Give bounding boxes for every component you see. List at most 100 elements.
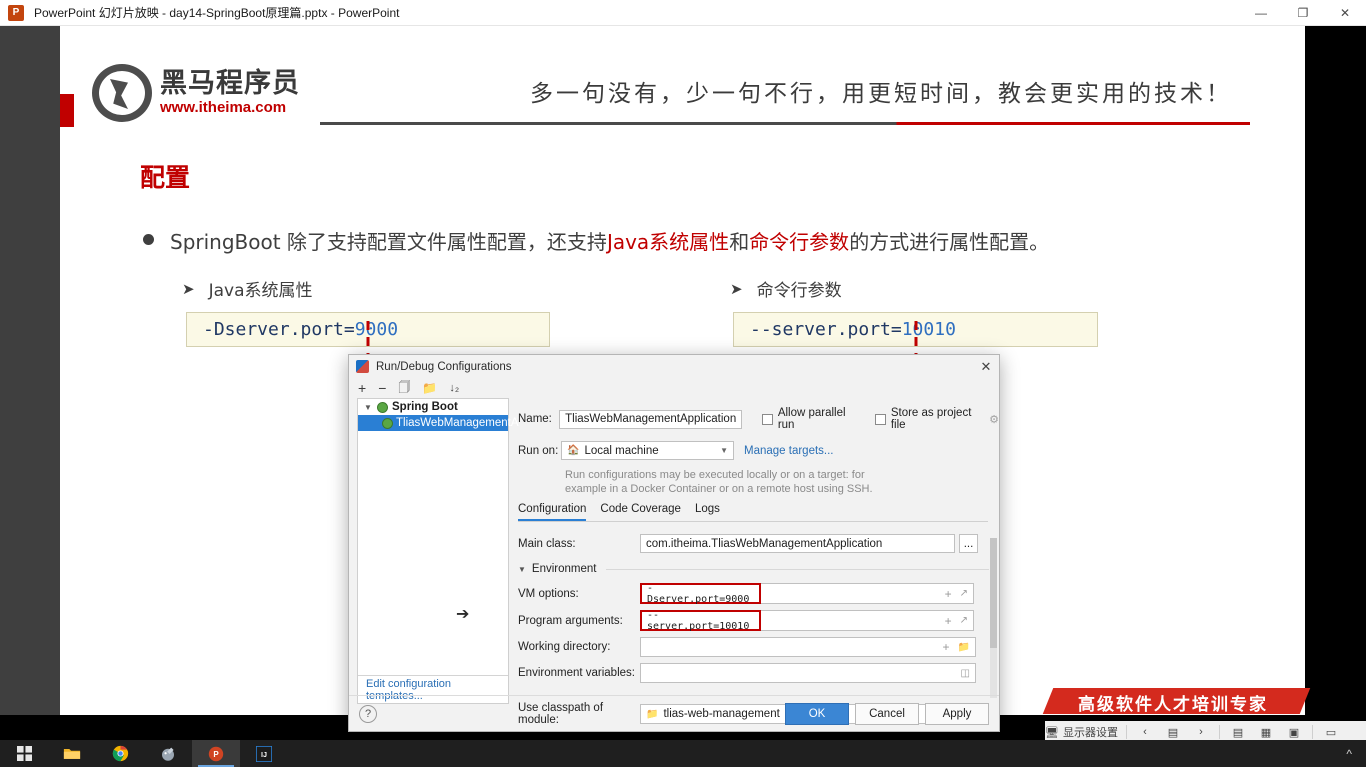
run-on-hint: Run configurations may be executed local… [565, 468, 965, 496]
working-directory-row: Working directory: + 📁 [518, 637, 999, 657]
svg-text:IJ: IJ [261, 750, 267, 759]
vm-options-row: VM options: -Dserver.port=9000 + ↗ [518, 583, 999, 605]
browse-main-class-button[interactable]: ... [959, 534, 978, 553]
apply-button[interactable]: Apply [925, 702, 989, 725]
cancel-button[interactable]: Cancel [855, 702, 919, 725]
powerpoint-icon[interactable]: P [192, 740, 240, 767]
add-icon[interactable]: + [358, 380, 366, 396]
program-arguments-row: Program arguments: --server.port=10010 +… [518, 610, 999, 632]
dialog-footer: ? OK Cancel Apply [349, 695, 999, 731]
bullet-em2: 命令行参数 [749, 230, 850, 254]
tab-configuration[interactable]: Configuration [518, 503, 587, 521]
store-as-project-file-checkbox[interactable]: Store as project file ⚙ [875, 407, 999, 431]
page-title: 配置 [140, 163, 191, 192]
chevron-right-icon: ➤ [182, 280, 195, 298]
manage-targets-link[interactable]: Manage targets... [744, 445, 834, 457]
main-class-input[interactable]: com.itheima.TliasWebManagementApplicatio… [640, 534, 955, 553]
code-key: -Dserver.port= [203, 319, 355, 340]
help-button[interactable]: ? [359, 704, 377, 723]
view-slideshow-button[interactable]: ▭ [1321, 724, 1341, 740]
spring-boot-icon [382, 417, 393, 429]
tab-code-coverage[interactable]: Code Coverage [600, 503, 681, 521]
window-title: PowerPoint 幻灯片放映 - day14-SpringBoot原理篇.p… [34, 6, 400, 20]
dialog-body: ▼ Spring Boot TliasWebManagementA Edit c… [349, 398, 999, 726]
program-arguments-input[interactable]: --server.port=10010 [640, 610, 761, 632]
program-arguments-label: Program arguments: [518, 614, 623, 627]
chrome-icon[interactable] [96, 740, 144, 767]
checkbox-box[interactable] [875, 413, 886, 425]
slogan-divider [320, 122, 1250, 125]
configuration-form: Name: TliasWebManagementApplication Allo… [514, 398, 999, 726]
home-icon: 🏠 [567, 445, 580, 456]
dialog-titlebar: Run/Debug Configurations ✕ [349, 355, 999, 378]
vm-options-input[interactable]: -Dserver.port=9000 [640, 583, 761, 605]
tab-logs[interactable]: Logs [695, 503, 720, 521]
form-scrollbar[interactable] [990, 538, 997, 698]
environment-section-header[interactable]: ▼ Environment [518, 563, 999, 575]
horse-logo-icon [92, 64, 152, 122]
environment-variables-input[interactable]: ◫ [640, 663, 976, 683]
main-class-label: Main class: [518, 537, 576, 550]
add-icon[interactable]: + [943, 640, 950, 654]
prev-slide-button[interactable]: ‹ [1135, 724, 1155, 740]
chevron-down-icon[interactable]: ▼ [518, 565, 526, 574]
code-value: 10010 [901, 319, 956, 340]
ok-button[interactable]: OK [785, 702, 849, 725]
bullet-em1: Java系统属性 [606, 230, 730, 254]
run-on-dropdown[interactable]: 🏠 Local machine ▼ [561, 441, 734, 460]
main-class-row: Main class: com.itheima.TliasWebManageme… [518, 534, 999, 553]
config-toolbar: + − 🗍 📁 ↓₂ [349, 378, 999, 398]
tree-group-spring-boot[interactable]: ▼ Spring Boot [358, 399, 508, 415]
config-tabs: Configuration Code Coverage Logs [518, 503, 988, 522]
logo-url: www.itheima.com [160, 98, 287, 116]
intellij-idea-icon[interactable]: IJ [240, 740, 288, 767]
paint-icon[interactable] [144, 740, 192, 767]
tray-expand-button[interactable]: ^ [1346, 747, 1352, 761]
view-sorter-button[interactable]: ▦ [1256, 724, 1276, 740]
add-icon[interactable]: + [945, 587, 952, 601]
copy-icon[interactable]: 🗍 [398, 378, 410, 399]
itheima-logo: 黑马程序员 www.itheima.com [92, 64, 300, 122]
display-settings-button[interactable]: 🖥 显示器设置 [1045, 724, 1118, 740]
browse-icon[interactable]: ◫ [961, 668, 970, 679]
dialog-close-button[interactable]: ✕ [973, 355, 999, 378]
chevron-down-icon[interactable]: ▼ [720, 446, 728, 455]
environment-variables-row: Environment variables: ◫ [518, 663, 999, 683]
next-slide-button[interactable]: › [1191, 724, 1211, 740]
working-directory-input[interactable]: + 📁 [640, 637, 976, 657]
remove-icon[interactable]: − [378, 380, 386, 396]
folder-icon[interactable]: 📁 [422, 381, 437, 395]
dialog-title: Run/Debug Configurations [376, 360, 512, 373]
restore-button[interactable]: ❐ [1282, 0, 1324, 26]
vm-options-label: VM options: [518, 587, 579, 600]
desktop-background: 黑马程序员 www.itheima.com 多一句没有，少一句不行，用更短时间，… [0, 26, 1366, 732]
add-icon[interactable]: + [945, 614, 952, 628]
view-reading-button[interactable]: ▣ [1284, 724, 1304, 740]
hint-line-1: Run configurations may be executed local… [565, 469, 865, 481]
view-normal-button[interactable]: ▤ [1228, 724, 1248, 740]
windows-start-icon[interactable] [0, 740, 48, 767]
minimize-button[interactable]: — [1240, 0, 1282, 26]
run-on-value: Local machine [584, 444, 659, 457]
checkbox-box[interactable] [762, 413, 773, 425]
slide-left-band [74, 26, 84, 686]
chevron-down-icon[interactable]: ▼ [364, 403, 373, 412]
tree-item-tlias-app[interactable]: TliasWebManagementA [358, 415, 519, 431]
allow-parallel-run-checkbox[interactable]: Allow parallel run [762, 407, 861, 431]
sub-item-label: Java系统属性 [208, 281, 313, 301]
file-explorer-icon[interactable] [48, 740, 96, 767]
name-input[interactable]: TliasWebManagementApplication [559, 409, 743, 429]
gear-icon[interactable]: ⚙ [989, 413, 999, 426]
intellij-idea-icon [356, 360, 369, 373]
bullet-dot-icon [143, 234, 154, 245]
close-button[interactable]: ✕ [1324, 0, 1366, 26]
slide-accent-block [60, 94, 74, 127]
sort-icon[interactable]: ↓₂ [449, 382, 459, 394]
chevron-right-icon: ➤ [730, 280, 743, 298]
slide-indicator[interactable]: ▤ [1163, 724, 1183, 740]
expand-icon[interactable]: ↗ [960, 588, 968, 599]
expand-icon[interactable]: ↗ [960, 615, 968, 626]
bullet-part2: 和 [729, 230, 750, 254]
sub-item-java-system-property: ➤ Java系统属性 [182, 276, 313, 302]
folder-icon[interactable]: 📁 [958, 642, 970, 653]
